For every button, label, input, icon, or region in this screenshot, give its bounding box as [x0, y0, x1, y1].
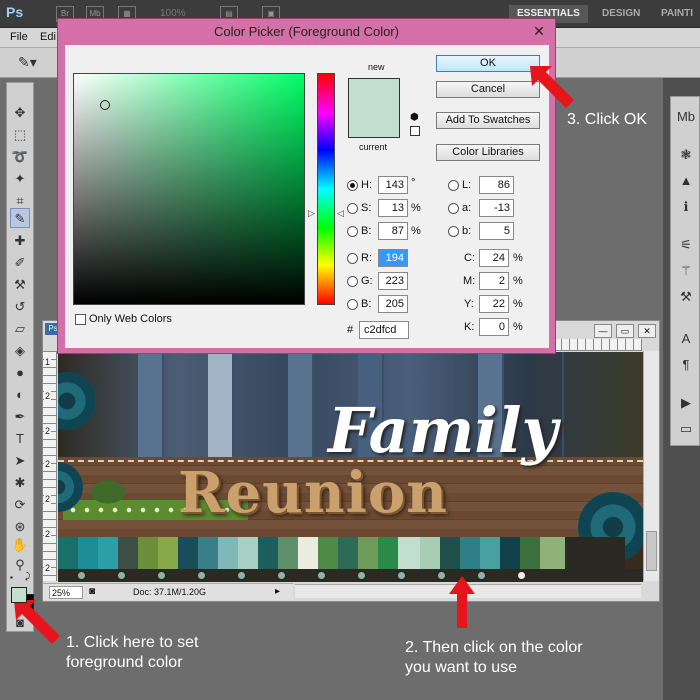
step-1-note: 1. Click here to set foreground color: [66, 634, 199, 671]
foreground-color-swatch[interactable]: [11, 587, 27, 603]
arrow-to-foreground-swatch: [14, 600, 60, 644]
arrow-to-ok-button: [530, 66, 574, 108]
arrow-to-palette-swatch: [449, 576, 475, 628]
annotation-arrows: [14, 66, 574, 644]
step-2-note: 2. Then click on the color you want to u…: [405, 639, 583, 676]
step-3-note: 3. Click OK: [567, 111, 648, 128]
